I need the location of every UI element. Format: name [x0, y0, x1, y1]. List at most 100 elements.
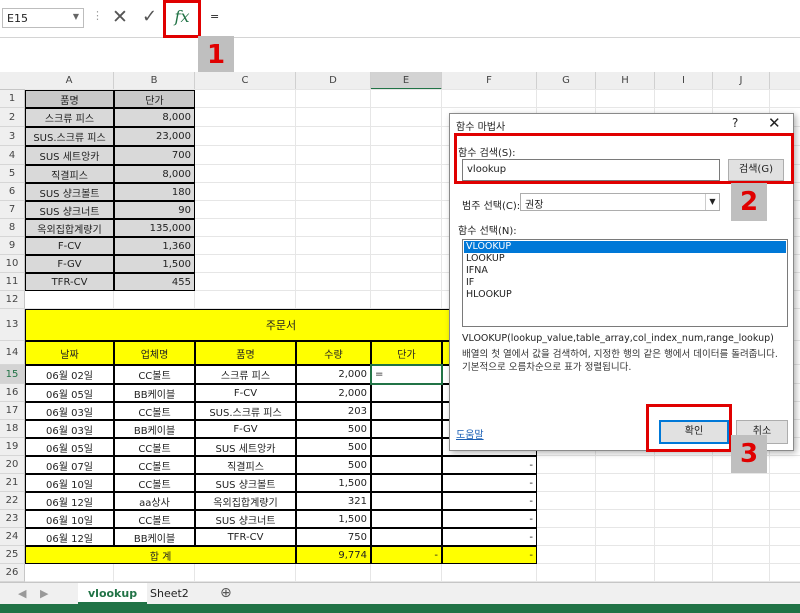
order-cell[interactable]: 직결피스: [195, 456, 296, 474]
order-cell[interactable]: TFR-CV: [195, 528, 296, 546]
row-header-14[interactable]: 14: [0, 341, 25, 365]
tab-sheet2[interactable]: Sheet2: [140, 583, 199, 604]
order-cell[interactable]: F-GV: [195, 420, 296, 438]
column-header-e[interactable]: E: [371, 72, 442, 90]
order-cell[interactable]: 06월 05일: [25, 384, 114, 402]
help-icon[interactable]: ?: [732, 116, 738, 130]
order-header-cell[interactable]: 업체명: [114, 341, 195, 365]
row-header-8[interactable]: 8: [0, 219, 25, 237]
order-cell[interactable]: F-CV: [195, 384, 296, 402]
help-link[interactable]: 도움말: [456, 426, 484, 441]
price-item-value[interactable]: 135,000: [114, 219, 195, 237]
row-header-12[interactable]: 12: [0, 291, 25, 309]
total-price[interactable]: -: [371, 546, 442, 564]
row-header-21[interactable]: 21: [0, 474, 25, 492]
order-cell[interactable]: -: [442, 474, 537, 492]
price-item-name[interactable]: 스크류 피스: [25, 108, 114, 127]
total-label[interactable]: 합 계: [25, 546, 296, 564]
row-header-11[interactable]: 11: [0, 273, 25, 291]
order-cell[interactable]: 옥외집합계량기: [195, 492, 296, 510]
order-cell[interactable]: 스크류 피스: [195, 365, 296, 384]
row-header-5[interactable]: 5: [0, 165, 25, 183]
order-cell[interactable]: CC볼트: [114, 438, 195, 456]
tab-scroll-right-icon[interactable]: ▶: [30, 583, 58, 604]
column-header-d[interactable]: D: [296, 72, 371, 90]
row-header-18[interactable]: 18: [0, 420, 25, 438]
order-header-cell[interactable]: 날짜: [25, 341, 114, 365]
order-header-cell[interactable]: 품명: [195, 341, 296, 365]
row-header-2[interactable]: 2: [0, 108, 25, 127]
price-item-name[interactable]: TFR-CV: [25, 273, 114, 291]
order-cell[interactable]: 06월 07일: [25, 456, 114, 474]
column-header-h[interactable]: H: [596, 72, 655, 90]
order-cell[interactable]: [371, 456, 442, 474]
order-cell[interactable]: SUS.스크류 피스: [195, 402, 296, 420]
function-list-item[interactable]: HLOOKUP: [464, 289, 786, 301]
order-cell[interactable]: CC볼트: [114, 510, 195, 528]
price-item-value[interactable]: 455: [114, 273, 195, 291]
column-header-i[interactable]: I: [655, 72, 713, 90]
tab-vlookup[interactable]: vlookup: [78, 583, 148, 604]
order-cell[interactable]: 750: [296, 528, 371, 546]
order-cell[interactable]: [371, 438, 442, 456]
order-cell[interactable]: [371, 384, 442, 402]
price-header-cell[interactable]: 품명: [25, 90, 114, 108]
row-header-24[interactable]: 24: [0, 528, 25, 546]
order-cell[interactable]: -: [442, 528, 537, 546]
order-cell[interactable]: -: [442, 510, 537, 528]
price-item-value[interactable]: 700: [114, 146, 195, 165]
row-header-13[interactable]: 13: [0, 309, 25, 341]
order-cell[interactable]: 06월 12일: [25, 492, 114, 510]
chevron-down-icon[interactable]: ▼: [705, 194, 719, 210]
column-header-f[interactable]: F: [442, 72, 537, 90]
check-icon[interactable]: ✓: [142, 6, 157, 27]
price-item-value[interactable]: 23,000: [114, 127, 195, 146]
order-cell[interactable]: 203: [296, 402, 371, 420]
order-cell[interactable]: 06월 02일: [25, 365, 114, 384]
order-header-cell[interactable]: 수량: [296, 341, 371, 365]
function-list-item[interactable]: VLOOKUP: [464, 241, 786, 253]
order-cell[interactable]: CC볼트: [114, 456, 195, 474]
row-header-1[interactable]: 1: [0, 90, 25, 108]
order-cell[interactable]: aa상사: [114, 492, 195, 510]
order-cell[interactable]: 06월 10일: [25, 510, 114, 528]
row-header-9[interactable]: 9: [0, 237, 25, 255]
row-header-10[interactable]: 10: [0, 255, 25, 273]
price-item-name[interactable]: F-CV: [25, 237, 114, 255]
order-cell[interactable]: [371, 420, 442, 438]
price-item-value[interactable]: 1,500: [114, 255, 195, 273]
row-header-25[interactable]: 25: [0, 546, 25, 564]
price-item-name[interactable]: SUS.스크류 피스: [25, 127, 114, 146]
order-cell[interactable]: SUS 샹크볼트: [195, 474, 296, 492]
row-header-15[interactable]: 15: [0, 365, 25, 384]
order-cell[interactable]: 2,000: [296, 365, 371, 384]
price-item-name[interactable]: SUS 샹크너트: [25, 201, 114, 219]
price-item-name[interactable]: SUS 샹크볼트: [25, 183, 114, 201]
order-cell[interactable]: 06월 03일: [25, 420, 114, 438]
order-cell[interactable]: -: [442, 492, 537, 510]
row-header-26[interactable]: 26: [0, 564, 25, 582]
column-header-g[interactable]: G: [537, 72, 596, 90]
cancel-icon[interactable]: ✕: [112, 6, 128, 28]
row-header-22[interactable]: 22: [0, 492, 25, 510]
order-cell[interactable]: CC볼트: [114, 474, 195, 492]
order-cell[interactable]: 1,500: [296, 510, 371, 528]
order-cell[interactable]: -: [442, 456, 537, 474]
order-cell[interactable]: 06월 05일: [25, 438, 114, 456]
price-item-name[interactable]: 직결피스: [25, 165, 114, 183]
order-cell[interactable]: 06월 10일: [25, 474, 114, 492]
order-cell[interactable]: 1,500: [296, 474, 371, 492]
price-item-value[interactable]: 1,360: [114, 237, 195, 255]
function-list-item[interactable]: LOOKUP: [464, 253, 786, 265]
order-cell[interactable]: 06월 12일: [25, 528, 114, 546]
chevron-down-icon[interactable]: ▼: [73, 12, 79, 21]
order-cell[interactable]: [371, 402, 442, 420]
price-item-value[interactable]: 8,000: [114, 165, 195, 183]
total-qty[interactable]: 9,774: [296, 546, 371, 564]
row-header-23[interactable]: 23: [0, 510, 25, 528]
function-list-item[interactable]: IF: [464, 277, 786, 289]
column-header-a[interactable]: A: [25, 72, 114, 90]
order-cell[interactable]: BB케이블: [114, 420, 195, 438]
order-cell[interactable]: [371, 474, 442, 492]
row-header-3[interactable]: 3: [0, 127, 25, 146]
